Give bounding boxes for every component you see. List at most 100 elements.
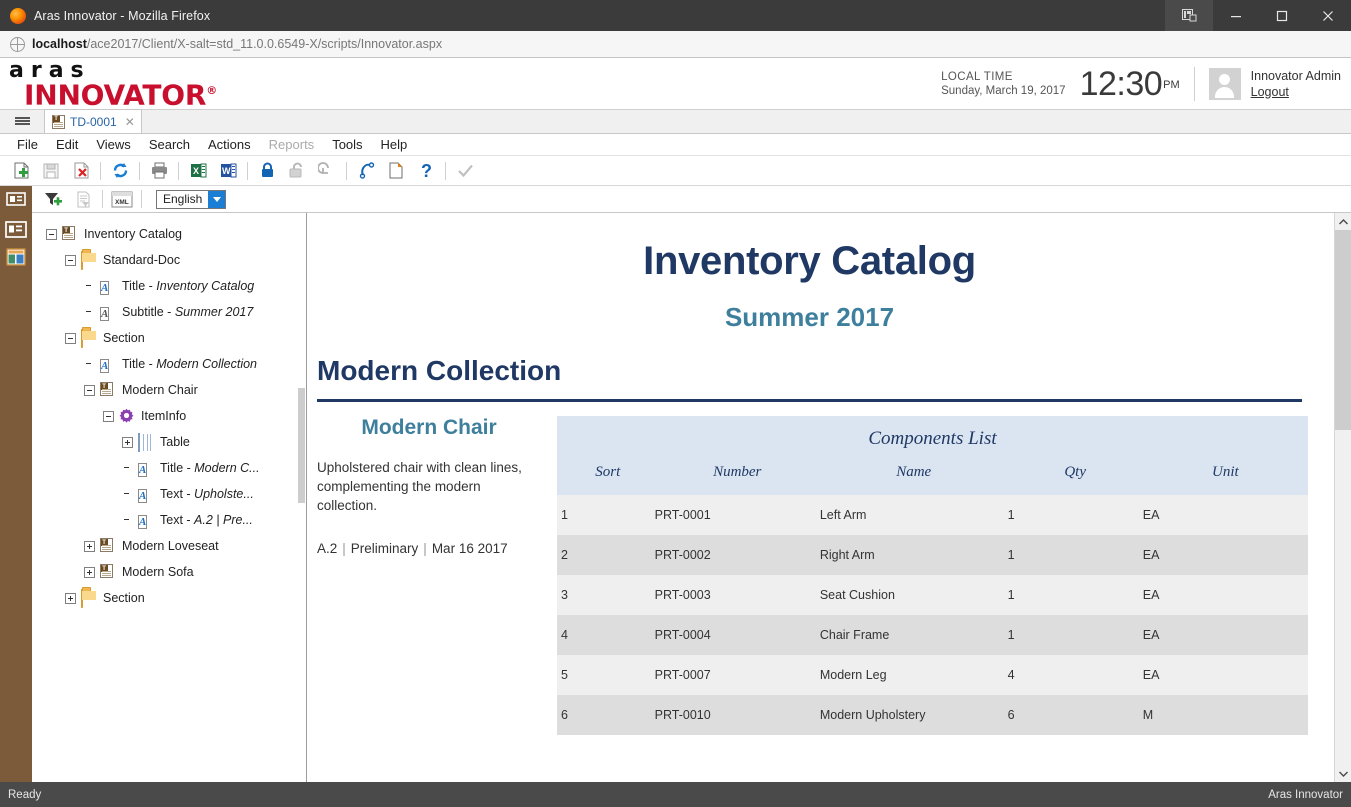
tree-scrollbar[interactable] [297,213,306,782]
aras-header: aras INNOVATOR® LOCAL TIME Sunday, March… [0,58,1351,110]
tab-td-0001[interactable]: T TD-0001 ✕ [44,109,142,133]
dropdown-arrow-icon[interactable] [208,190,226,208]
copy-page-icon[interactable] [381,158,411,184]
tree-node-label: Modern Loveseat [122,539,219,553]
tree-node[interactable]: Section [32,585,306,611]
document-vertical-scrollbar[interactable] [1334,213,1351,782]
tree-node[interactable]: A Text - A.2 | Pre... [32,507,306,533]
tree-node[interactable]: T Inventory Catalog [32,221,306,247]
scroll-down-arrow-icon[interactable] [1335,765,1351,782]
tree-node[interactable]: A Subtitle - Summer 2017 [32,299,306,325]
panel-view-icon[interactable] [0,185,32,213]
item-description: Upholstered chair with clean lines, comp… [317,460,522,513]
excel-export-icon[interactable]: X [183,158,213,184]
tree-expand-icon[interactable] [65,592,76,604]
menu-file[interactable]: File [8,137,47,152]
tree-expand-icon[interactable] [84,566,95,578]
menu-edit[interactable]: Edit [47,137,87,152]
tree-expand-icon[interactable] [122,436,133,448]
close-tab-icon[interactable]: ✕ [125,115,135,129]
scroll-up-arrow-icon[interactable] [1335,213,1351,230]
tree-node-label: Section [103,331,145,345]
printer-icon[interactable] [144,158,174,184]
tree-node[interactable]: A Title - Modern Collection [32,351,306,377]
tree-collapse-icon[interactable] [65,254,76,266]
cell-unit: EA [1142,575,1308,615]
scrollbar-track[interactable] [1334,230,1351,765]
properties-panel-icon[interactable] [3,217,29,241]
table-row: 1 PRT-0001 Left Arm 1 EA [557,495,1308,535]
tree-node[interactable]: T Modern Chair [32,377,306,403]
tree-node[interactable]: A Title - Inventory Catalog [32,273,306,299]
menu-tools[interactable]: Tools [323,137,371,152]
logout-link[interactable]: Logout [1251,85,1341,99]
browser-urlbar[interactable]: localhost/ace2017/Client/X-salt=std_11.0… [0,31,1351,58]
column-header-sort: Sort [557,460,655,495]
components-table-body: 1 PRT-0001 Left Arm 1 EA 2 PRT-0002 Right Arm 1 E… [557,495,1308,735]
menu-actions[interactable]: Actions [199,137,260,152]
main-toolbar: X W ? [0,156,1351,186]
tree-collapse-icon[interactable] [65,332,76,344]
tree-node-label: Title - Inventory Catalog [122,279,255,293]
url-text: localhost/ace2017/Client/X-salt=std_11.0… [32,37,442,51]
local-time-label: LOCAL TIME [941,70,1013,83]
xml-icon[interactable]: XML [107,186,137,212]
document-title: Inventory Catalog [643,239,976,283]
tree-node[interactable]: Section [32,325,306,351]
tree-node-label: Title - Modern C... [160,461,260,475]
cell-qty: 4 [1007,655,1143,695]
word-export-icon[interactable]: W [213,158,243,184]
tree-node-label: Modern Chair [122,383,198,397]
tree-spacer [84,359,95,370]
tree-collapse-icon[interactable] [84,384,95,396]
menu-help[interactable]: Help [372,137,417,152]
tree-node[interactable]: T Modern Loveseat [32,533,306,559]
table-row: 4 PRT-0004 Chair Frame 1 EA [557,615,1308,655]
maximize-icon[interactable] [1259,0,1305,31]
tree-node-label: Subtitle - Summer 2017 [122,305,254,319]
close-icon[interactable] [1305,0,1351,31]
menu-search[interactable]: Search [140,137,199,152]
funnel-plus-icon[interactable] [38,186,68,212]
column-header-name: Name [819,460,1008,495]
refresh-circular-arrows-icon[interactable] [105,158,135,184]
menu-views[interactable]: Views [87,137,139,152]
cell-sort: 3 [557,575,655,615]
text-A-icon: A [138,489,148,503]
minimize-icon[interactable] [1213,0,1259,31]
new-document-plus-icon[interactable] [6,158,36,184]
tree-node[interactable]: Standard-Doc [32,247,306,273]
document-tree-panel[interactable]: T Inventory Catalog Standard-Doc A Title - I… [32,213,307,782]
account-manager-icon[interactable] [1165,0,1213,31]
language-select[interactable]: English [156,189,227,209]
tree-node[interactable]: A Title - Modern C... [32,455,306,481]
padlock-closed-icon[interactable] [252,158,282,184]
scrollbar-thumb[interactable] [1334,230,1351,430]
user-avatar-icon[interactable] [1208,67,1241,100]
tree-collapse-icon[interactable] [46,228,57,240]
padlock-open-icon [282,158,312,184]
cell-sort: 1 [557,495,655,535]
tree-collapse-icon[interactable] [103,410,114,422]
hamburger-menu-icon[interactable] [0,109,44,133]
tree-node-value: Modern C... [194,461,260,475]
tree-node[interactable]: A Text - Upholste... [32,481,306,507]
tree-scrollbar-thumb[interactable] [298,388,305,503]
components-table-header-row: Sort Number Name Qty Unit [557,460,1308,495]
layout-panel-icon[interactable] [3,245,29,269]
language-value: English [163,192,203,206]
tree-node[interactable]: ItemInfo [32,403,306,429]
logo-innovator-text: INNOVATOR® [24,78,218,112]
cell-qty: 1 [1007,615,1143,655]
delete-document-x-icon[interactable] [66,158,96,184]
question-mark-icon[interactable]: ? [411,158,441,184]
cell-unit: EA [1142,535,1308,575]
text-A-grey-icon: A [100,307,110,321]
window-title: Aras Innovator - Mozilla Firefox [34,8,211,23]
cell-name: Seat Cushion [819,575,1008,615]
tree-node[interactable]: Table [32,429,306,455]
tree-node[interactable]: T Modern Sofa [32,559,306,585]
tree-expand-icon[interactable] [84,540,95,552]
version-arrow-icon[interactable] [351,158,381,184]
tree-node-label: Standard-Doc [103,253,181,267]
